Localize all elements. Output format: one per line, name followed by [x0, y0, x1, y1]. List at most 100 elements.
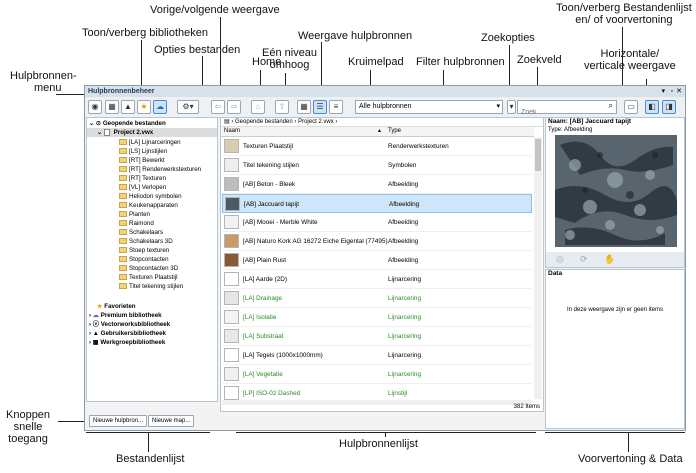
- resource-row[interactable]: [LA] Vegetatie Lijnarcering: [222, 365, 532, 384]
- leader-line: [622, 27, 623, 86]
- resource-row[interactable]: [AB] Jaccuard tapijt Afbeelding: [222, 194, 532, 213]
- resource-row[interactable]: Texturen Plaatstijl Renderwerkstexturen: [222, 137, 532, 156]
- folder-icon: [119, 247, 127, 254]
- resource-row[interactable]: [LA] Isolatie Lijnarcering: [222, 308, 532, 327]
- home-small-icon[interactable]: ▤: [224, 119, 230, 125]
- resource-row[interactable]: [AB] Mooei - Merble White Afbeelding: [222, 213, 532, 232]
- tree-workgroup-library[interactable]: › ▦ Werkgroepbibliotheek: [89, 338, 165, 347]
- bracket-line: [385, 432, 386, 437]
- callout-line-1: Toon/verberg Bestandenlijst: [556, 2, 692, 14]
- vertical-scrollbar[interactable]: [534, 137, 542, 399]
- close-icon[interactable]: ✕: [676, 86, 682, 97]
- callout-hulpbronnenlijst: Hulpbronnenlijst: [339, 438, 418, 450]
- tree-folder[interactable]: Raimond: [119, 219, 154, 228]
- breadcrumb-item[interactable]: Project 2.vwx: [298, 119, 334, 125]
- tree-folder-label: [RT] Renderwerkstexturen: [129, 166, 202, 173]
- search-field[interactable]: ⌕: [517, 100, 617, 119]
- tree-folder[interactable]: Keukenapparaten: [119, 201, 178, 210]
- folder-icon: [119, 202, 127, 209]
- tree-folder[interactable]: [VL] Verlopen: [119, 183, 166, 192]
- up-one-level-button[interactable]: ⇧: [275, 100, 289, 114]
- toggle-preview-button[interactable]: ◨: [662, 100, 676, 114]
- resource-menu-button[interactable]: ◉: [88, 100, 102, 114]
- callout-line-2: verticale weergave: [584, 60, 676, 72]
- resource-row[interactable]: [LA] Substraat Lijnarcering: [222, 327, 532, 346]
- view-list-button[interactable]: ☰: [313, 100, 327, 114]
- tree-folder[interactable]: [LS] Lijnstijlen: [119, 147, 167, 156]
- tree-premium-library[interactable]: › ☁ Premium bibliotheek: [89, 311, 162, 320]
- resource-type: Lijnarcering: [388, 371, 422, 378]
- tree-folder[interactable]: Planten: [119, 210, 150, 219]
- resource-row[interactable]: [LA] Tegels (1000x1000mm) Lijnarcering: [222, 346, 532, 365]
- column-header-name[interactable]: Naam: [224, 127, 240, 136]
- file-list-pane: ⌄ ⊙ Geopende bestanden ⌄ Project 2.vwx […: [86, 117, 218, 402]
- new-resource-button[interactable]: Nieuwe hulpbron...: [89, 415, 148, 427]
- resource-manager-window: Hulpbronnenbeheer ▾ ▫ ✕ ◉ ▦ ▲ ★ ☁ ⚙▾ ⇦ ⇨…: [84, 85, 686, 431]
- tree-folder[interactable]: Stopcontacten: [119, 255, 169, 264]
- search-icon[interactable]: ⌕: [609, 101, 613, 111]
- list-header: Naam ▴ Type: [221, 127, 534, 137]
- tree-folder[interactable]: Texturen Plaatstijl: [119, 273, 178, 282]
- view-thumbnails-button[interactable]: ▦: [297, 100, 311, 114]
- tree-folder[interactable]: [RT] Bewerkt: [119, 156, 165, 165]
- scrollbar-thumb[interactable]: [535, 139, 541, 171]
- tree-project[interactable]: ⌄ Project 2.vwx: [87, 128, 217, 137]
- file-options-button[interactable]: ⚙▾: [177, 100, 199, 114]
- minimize-icon[interactable]: ▫: [671, 86, 673, 97]
- filter-dropdown[interactable]: Alle hulpbronnen ▾: [355, 100, 503, 114]
- tree-folder[interactable]: Schakelaars 3D: [119, 237, 173, 246]
- resource-row[interactable]: [LA] Aarde (2D) Lijnarcering: [222, 270, 532, 289]
- resource-name: [LA] Tegels (1000x1000mm): [243, 352, 323, 359]
- breadcrumb-item[interactable]: Geopende bestanden: [235, 119, 293, 125]
- back-button[interactable]: ⇦: [211, 100, 225, 114]
- tree-folder[interactable]: [RT] Renderwerkstexturen: [119, 165, 201, 174]
- menu-icon: ◉: [91, 102, 99, 111]
- resource-name: [AB] Beton - Bleek: [243, 181, 296, 188]
- horizontal-vertical-view-button[interactable]: ▭: [624, 100, 638, 114]
- tree-folder[interactable]: Stoep texturen: [119, 246, 169, 255]
- bracket-line: [148, 432, 149, 452]
- tree-folder[interactable]: Schakelaars: [119, 228, 163, 237]
- resource-row[interactable]: [LA] Drainage Lijnarcering: [222, 289, 532, 308]
- lock-library-button[interactable]: ▲: [121, 100, 135, 114]
- column-header-type[interactable]: Type: [388, 127, 401, 136]
- rotate-icon[interactable]: ⟳: [580, 254, 588, 265]
- new-folder-button[interactable]: Nieuwe map...: [148, 415, 195, 427]
- favorites-button[interactable]: ★: [137, 100, 151, 114]
- resource-row[interactable]: Titel tekening stijlen Symbolen: [222, 156, 532, 175]
- tree-folder[interactable]: Heliodon symbolen: [119, 192, 182, 201]
- tree-folder-label: Titel tekening stijlen: [129, 283, 184, 290]
- pan-icon[interactable]: ✋: [604, 254, 615, 265]
- tree-folder[interactable]: Stopcontacten 3D: [119, 264, 178, 273]
- toggle-file-list-button[interactable]: ◧: [645, 100, 659, 114]
- folder-icon: [119, 229, 127, 236]
- resource-thumbnail: [224, 234, 239, 248]
- tree-open-files[interactable]: ⌄ ⊙ Geopende bestanden: [89, 119, 166, 128]
- resource-row[interactable]: [AB] Beton - Bleek Afbeelding: [222, 175, 532, 194]
- tree-folder-label: [RT] Bewerkt: [129, 157, 165, 164]
- view-details-button[interactable]: ≡: [329, 100, 343, 114]
- tree-folder[interactable]: [RT] Texturen: [119, 174, 166, 183]
- pin-icon[interactable]: ▾: [661, 86, 665, 97]
- tree-folder[interactable]: Titel tekening stijlen: [119, 282, 183, 291]
- search-options-button[interactable]: ▾: [507, 100, 516, 114]
- bracket-line: [545, 432, 685, 433]
- resource-row[interactable]: [AB] Naturo Kork AG 16272 Eiche Eigental…: [222, 232, 532, 251]
- callout-line-1: Hulpbronnen-: [10, 70, 77, 82]
- tree-folder[interactable]: [LA] Lijnarceringen: [119, 138, 181, 147]
- preview-image: [555, 135, 677, 247]
- forward-button[interactable]: ⇨: [227, 100, 241, 114]
- render-mode-icon[interactable]: ◎: [556, 254, 564, 265]
- details-icon: ≡: [333, 102, 339, 111]
- tree-favorites[interactable]: ★ Favorieten: [97, 302, 136, 311]
- resource-row[interactable]: [LP] ISO-02 Dashed Lijnstijl: [222, 384, 532, 400]
- resource-row[interactable]: [AB] Plain Rust Afbeelding: [222, 251, 532, 270]
- resource-name: [AB] Plain Rust: [243, 257, 286, 264]
- home-button[interactable]: ⌂: [251, 100, 265, 114]
- cloud-button[interactable]: ☁: [153, 100, 167, 114]
- tree-user-library[interactable]: › ▲ Gebruikersbibliotheek: [89, 329, 166, 338]
- tree-vectorworks-library[interactable]: › ⓥ Vectorworksbibliotheek: [89, 320, 170, 329]
- libraries-toggle-button[interactable]: ▦: [105, 100, 119, 114]
- filter-value: Alle hulpbronnen: [359, 103, 412, 110]
- horizontal-scrollbar[interactable]: [222, 400, 532, 405]
